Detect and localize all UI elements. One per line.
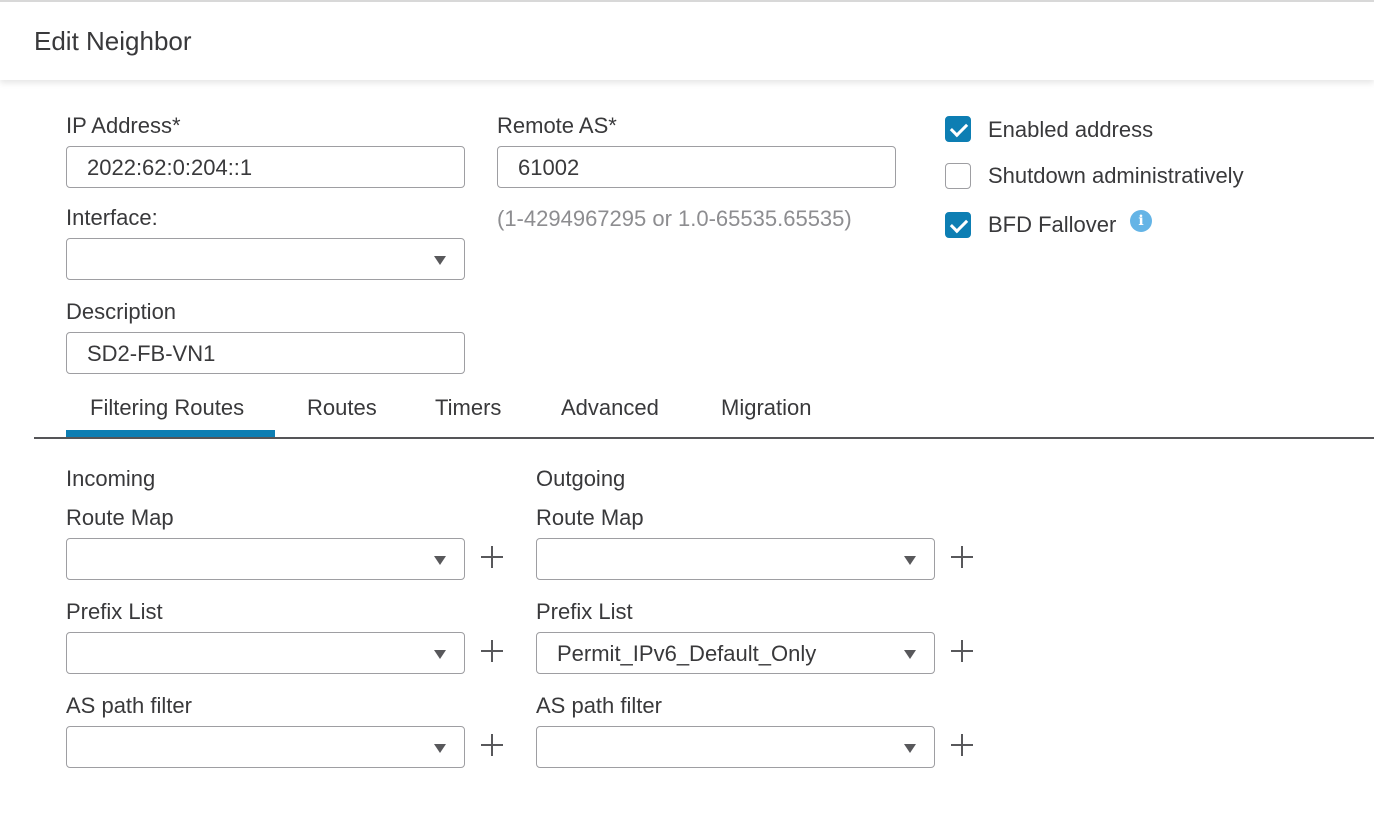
description-input[interactable]: SD2-FB-VN1 [66,332,465,374]
remote-as-value: 61002 [518,155,580,180]
chevron-down-icon [434,650,446,659]
chevron-down-icon [904,556,916,565]
tab-advanced[interactable]: Advanced [561,395,659,421]
incoming-prefix-list-select[interactable] [66,632,465,674]
add-outgoing-route-map-button[interactable] [951,546,973,568]
shutdown-administratively-checkbox[interactable] [945,163,971,189]
description-label: Description [66,299,177,324]
add-incoming-route-map-button[interactable] [481,546,503,568]
outgoing-prefix-list-value: Permit_IPv6_Default_Only [557,641,817,666]
chevron-down-icon [434,256,446,265]
incoming-heading: Incoming [66,466,156,491]
outgoing-as-path-filter-label: AS path filter [536,693,662,718]
remote-as-input[interactable]: 61002 [497,146,896,188]
incoming-route-map-label: Route Map [66,505,174,530]
tab-migration[interactable]: Migration [721,395,811,421]
dialog-header: Edit Neighbor [0,0,1374,80]
bfd-fallover-label: BFD Fallover [988,212,1117,237]
interface-label: Interface: [66,205,158,230]
incoming-as-path-filter-select[interactable] [66,726,465,768]
remote-as-label: Remote AS* [497,113,617,138]
enabled-address-checkbox[interactable] [945,116,971,142]
add-outgoing-prefix-list-button[interactable] [951,640,973,662]
ip-address-value: 2022:62:0:204::1 [87,155,253,180]
chevron-down-icon [904,744,916,753]
tab-routes[interactable]: Routes [307,395,377,421]
outgoing-as-path-filter-select[interactable] [536,726,935,768]
active-tab-indicator [66,430,275,437]
remote-as-hint: (1-4294967295 or 1.0-65535.65535) [497,206,852,231]
ip-address-label: IP Address* [66,113,181,138]
add-outgoing-as-path-filter-button[interactable] [951,734,973,756]
outgoing-heading: Outgoing [536,466,626,491]
info-icon[interactable]: i [1130,210,1152,232]
tab-filtering-routes[interactable]: Filtering Routes [90,395,244,421]
outgoing-prefix-list-label: Prefix List [536,599,633,624]
enabled-address-label: Enabled address [988,117,1154,142]
add-incoming-as-path-filter-button[interactable] [481,734,503,756]
incoming-route-map-select[interactable] [66,538,465,580]
ip-address-input[interactable]: 2022:62:0:204::1 [66,146,465,188]
incoming-as-path-filter-label: AS path filter [66,693,192,718]
interface-select[interactable] [66,238,465,280]
outgoing-route-map-select[interactable] [536,538,935,580]
shutdown-administratively-label: Shutdown administratively [988,163,1244,188]
description-value: SD2-FB-VN1 [87,341,216,366]
chevron-down-icon [434,556,446,565]
add-incoming-prefix-list-button[interactable] [481,640,503,662]
outgoing-route-map-label: Route Map [536,505,644,530]
outgoing-prefix-list-select[interactable]: Permit_IPv6_Default_Only [536,632,935,674]
bfd-fallover-checkbox[interactable] [945,212,971,238]
tab-divider [34,437,1374,439]
chevron-down-icon [434,744,446,753]
dialog-title: Edit Neighbor [34,26,192,56]
chevron-down-icon [904,650,916,659]
tab-timers[interactable]: Timers [435,395,501,421]
incoming-prefix-list-label: Prefix List [66,599,163,624]
